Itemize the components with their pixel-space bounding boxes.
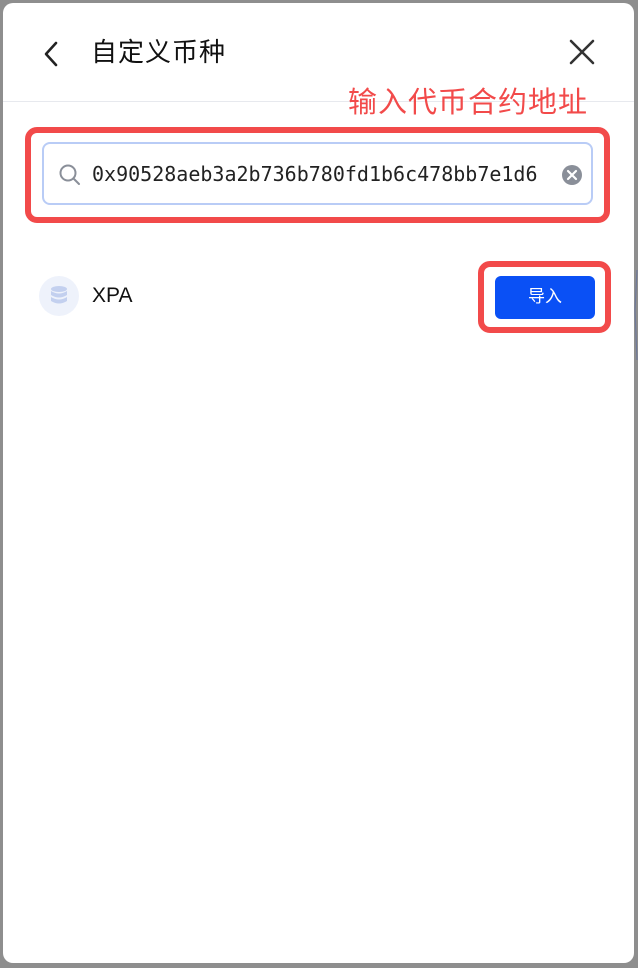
close-icon: [569, 39, 595, 65]
back-button[interactable]: [37, 36, 67, 72]
clear-circle-icon: [562, 165, 582, 185]
search-icon: [59, 164, 80, 185]
custom-token-dialog: 自定义币种 输入代币合约地址 0x90528aeb3a2b736b780fd1b…: [3, 3, 634, 963]
search-input[interactable]: 0x90528aeb3a2b736b780fd1b6c478bb7e1d6: [92, 157, 560, 191]
annotation-label: 输入代币合约地址: [348, 85, 589, 119]
token-name: XPA: [92, 284, 133, 307]
token-avatar: [39, 276, 79, 316]
page-title: 自定义币种: [91, 38, 227, 68]
coin-stack-icon: [51, 286, 67, 304]
background-edge: [634, 270, 638, 360]
clear-button[interactable]: [560, 163, 584, 187]
chevron-left-icon: [44, 41, 58, 67]
import-highlight-box: [478, 261, 611, 333]
close-button[interactable]: [565, 35, 599, 69]
contract-address-search[interactable]: 0x90528aeb3a2b736b780fd1b6c478bb7e1d6: [42, 142, 593, 205]
